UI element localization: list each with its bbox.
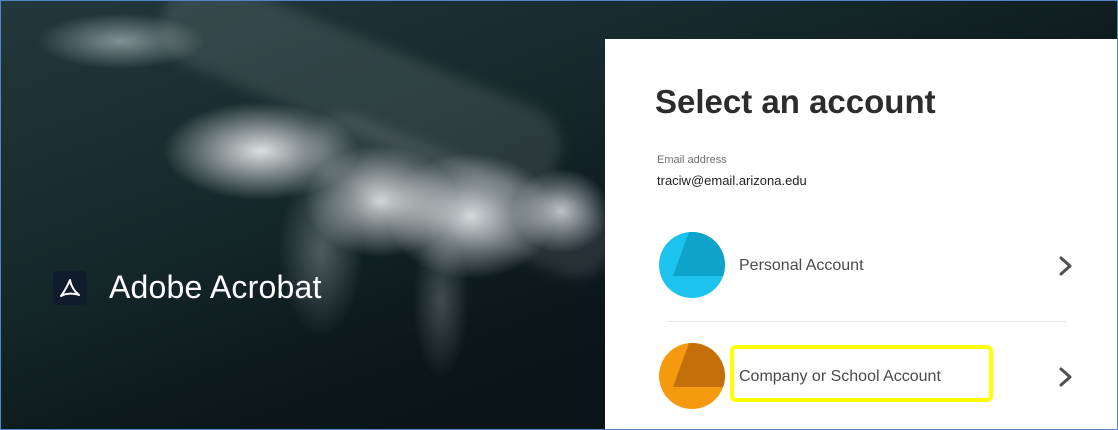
email-value: traciw@email.arizona.edu — [657, 173, 807, 188]
chevron-right-icon — [1059, 256, 1072, 276]
personal-account-avatar-icon — [659, 232, 725, 298]
highlight-annotation-box — [730, 345, 993, 402]
chevron-right-icon — [1059, 367, 1072, 387]
personal-account-option[interactable]: Personal Account — [659, 232, 1079, 302]
account-selection-card: Select an account Email address traciw@e… — [605, 39, 1117, 429]
acrobat-icon — [53, 270, 87, 305]
personal-account-label: Personal Account — [739, 257, 864, 274]
login-window: Adobe Acrobat Select an account Email ad… — [0, 0, 1118, 430]
company-account-avatar-icon — [659, 343, 725, 409]
divider — [667, 321, 1067, 322]
brand-lockup: Adobe Acrobat — [53, 269, 322, 306]
email-label: Email address — [657, 154, 727, 166]
app-name: Adobe Acrobat — [109, 269, 322, 305]
page-title: Select an account — [655, 83, 936, 120]
